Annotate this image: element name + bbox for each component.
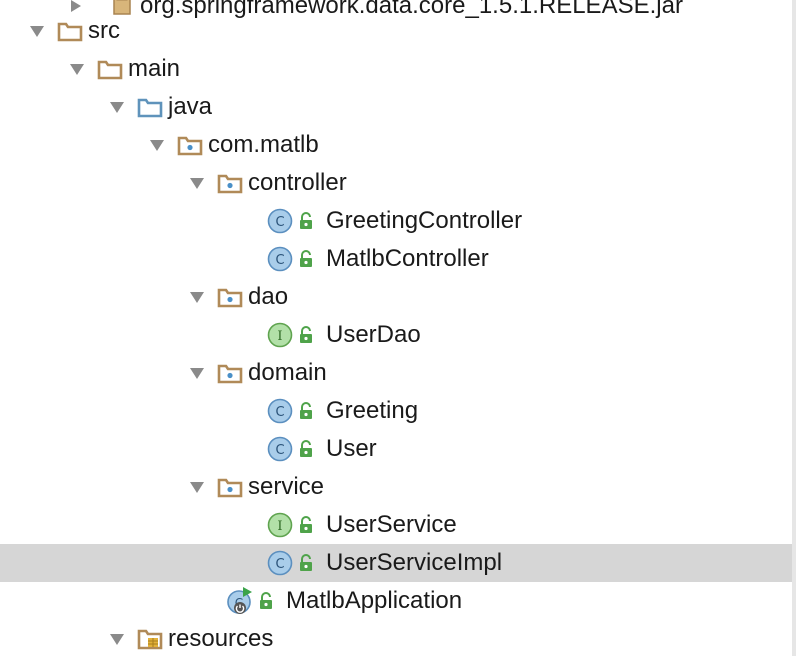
- tree-item-com-matlb[interactable]: com.matlb: [0, 126, 792, 164]
- class-icon: C: [266, 397, 294, 425]
- class-icon: C: [266, 245, 294, 273]
- class-icon: C: [266, 549, 294, 577]
- class-icon-letter: C: [275, 443, 284, 458]
- tree-item-label: UserServiceImpl: [326, 549, 503, 576]
- public-lock-icon: [298, 249, 314, 269]
- package-icon: [216, 359, 244, 387]
- interface-icon: I: [266, 511, 294, 539]
- tree-item-label: controller: [248, 169, 347, 196]
- public-lock-icon: [258, 591, 274, 611]
- tree-item-user-service-impl[interactable]: C UserServiceImpl: [0, 544, 792, 582]
- interface-icon-letter: I: [277, 519, 282, 534]
- expanded-arrow-icon[interactable]: [186, 286, 208, 308]
- package-icon: [216, 169, 244, 197]
- tree-item-label: UserService: [326, 511, 457, 538]
- class-icon: C: [266, 435, 294, 463]
- tree-item-user[interactable]: C User: [0, 430, 792, 468]
- folder-icon: [56, 17, 84, 45]
- expanded-arrow-icon[interactable]: [146, 134, 168, 156]
- tree-item-label: com.matlb: [208, 131, 319, 158]
- public-lock-icon: [298, 211, 314, 231]
- public-lock-icon: [298, 439, 314, 459]
- tree-item-label: User: [326, 435, 377, 462]
- tree-item-dao[interactable]: dao: [0, 278, 792, 316]
- tree-item-label: GreetingController: [326, 207, 523, 234]
- tree-item-label: main: [128, 55, 181, 82]
- package-icon: [216, 283, 244, 311]
- expanded-arrow-icon[interactable]: [106, 628, 128, 650]
- project-tree: org.springframework.data.core_1.5.1.RELE…: [0, 0, 796, 656]
- scrollbar-track[interactable]: [792, 0, 796, 656]
- tree-item-greeting-controller[interactable]: C GreetingController: [0, 202, 792, 240]
- tree-item-greeting[interactable]: C Greeting: [0, 392, 792, 430]
- tree-item-label: UserDao: [326, 321, 421, 348]
- package-icon: [176, 131, 204, 159]
- tree-item-user-dao[interactable]: I UserDao: [0, 316, 792, 354]
- public-lock-icon: [298, 325, 314, 345]
- tree-item-label: java: [168, 93, 213, 120]
- tree-item-service[interactable]: service: [0, 468, 792, 506]
- expanded-arrow-icon[interactable]: [186, 476, 208, 498]
- package-icon: [216, 473, 244, 501]
- class-icon-letter: C: [275, 557, 284, 572]
- tree-item-label: MatlbApplication: [286, 587, 463, 614]
- class-icon-letter: C: [275, 215, 284, 230]
- tree-item-label: dao: [248, 283, 289, 310]
- class-icon-letter: C: [275, 405, 284, 420]
- source-folder-icon: [136, 93, 164, 121]
- tree-item-label: resources: [168, 625, 274, 652]
- class-icon: C: [266, 207, 294, 235]
- tree-item-matlb-application[interactable]: C MatlbApplication: [0, 582, 792, 620]
- tree-item-label: service: [248, 473, 325, 500]
- tree-item-java[interactable]: java: [0, 88, 792, 126]
- tree-item-main[interactable]: main: [0, 50, 792, 88]
- tree-item-domain[interactable]: domain: [0, 354, 792, 392]
- public-lock-icon: [298, 553, 314, 573]
- expanded-arrow-icon[interactable]: [186, 172, 208, 194]
- spring-boot-class-icon: C: [226, 587, 254, 615]
- public-lock-icon: [298, 401, 314, 421]
- expanded-arrow-icon[interactable]: [186, 362, 208, 384]
- interface-icon: I: [266, 321, 294, 349]
- tree-item-controller[interactable]: controller: [0, 164, 792, 202]
- interface-icon-letter: I: [277, 329, 282, 344]
- tree-item-label: src: [88, 17, 120, 44]
- folder-icon: [96, 55, 124, 83]
- tree-item-label: Greeting: [326, 397, 419, 424]
- tree-item-matlb-controller[interactable]: C MatlbController: [0, 240, 792, 278]
- expanded-arrow-icon[interactable]: [66, 58, 88, 80]
- tree-item-src[interactable]: src: [0, 12, 792, 50]
- expanded-arrow-icon[interactable]: [26, 20, 48, 42]
- tree-item-resources[interactable]: resources: [0, 620, 792, 656]
- tree-item-user-service[interactable]: I UserService: [0, 506, 792, 544]
- resources-folder-icon: [136, 625, 164, 653]
- expanded-arrow-icon[interactable]: [106, 96, 128, 118]
- tree-item-label: MatlbController: [326, 245, 489, 272]
- public-lock-icon: [298, 515, 314, 535]
- class-icon-letter: C: [275, 253, 284, 268]
- tree-item-label: domain: [248, 359, 327, 386]
